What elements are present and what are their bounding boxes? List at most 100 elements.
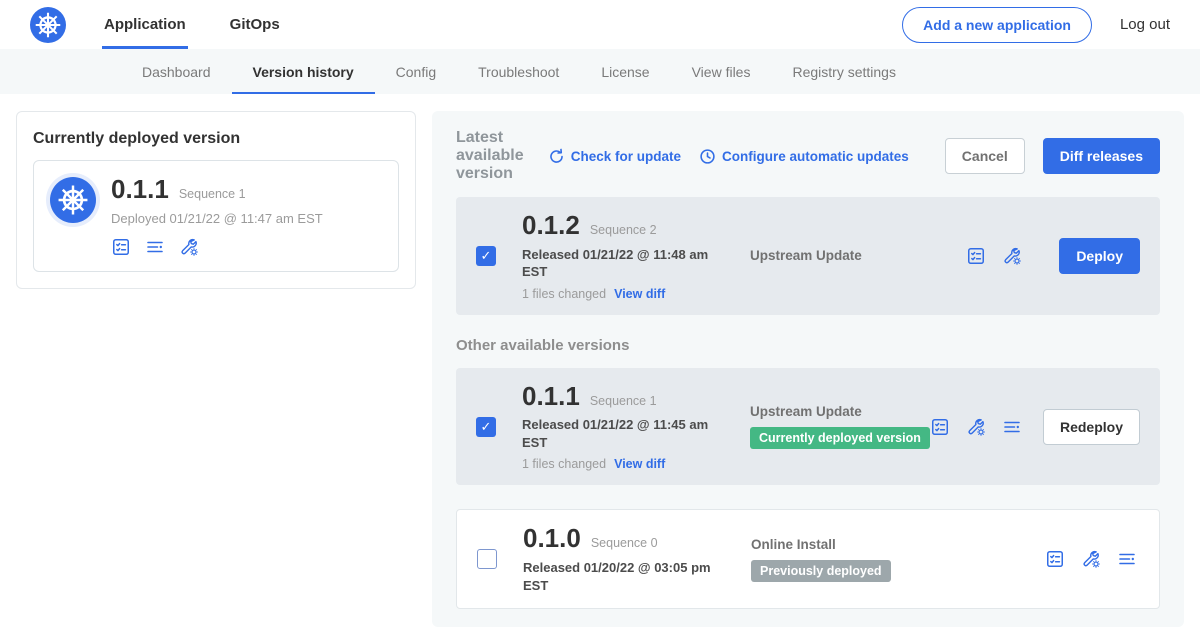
release-notes-icon[interactable] bbox=[1045, 549, 1065, 569]
version-checkbox[interactable] bbox=[477, 549, 497, 569]
released-timestamp: Released 01/21/22 @ 11:45 am EST bbox=[522, 416, 722, 451]
version-row-0-1-1: 0.1.1 Sequence 1 Released 01/21/22 @ 11:… bbox=[456, 368, 1160, 486]
checkbox-column bbox=[476, 246, 522, 266]
other-versions-title: Other available versions bbox=[456, 337, 1160, 354]
add-new-application-button[interactable]: Add a new application bbox=[902, 7, 1092, 43]
subnav-tab-version-history-label: Version history bbox=[253, 64, 354, 80]
files-changed-line: 1 files changed View diff bbox=[522, 457, 750, 471]
release-notes-icon[interactable] bbox=[966, 246, 986, 266]
currently-deployed-panel: Currently deployed version 0.1.1 Sequenc… bbox=[16, 111, 416, 289]
action-column: Redeploy bbox=[1044, 409, 1140, 445]
deployed-version-number: 0.1.1 bbox=[111, 175, 169, 204]
sequence-label: Sequence 2 bbox=[590, 223, 657, 237]
version-row-0-1-0: 0.1.0 Sequence 0 Released 01/20/22 @ 03:… bbox=[456, 509, 1160, 609]
files-changed-line: 1 files changed View diff bbox=[522, 287, 750, 301]
clock-icon bbox=[699, 148, 716, 165]
logs-icon[interactable] bbox=[1117, 549, 1137, 569]
version-actions bbox=[966, 246, 1022, 266]
refresh-icon bbox=[548, 148, 565, 165]
nav-tab-application-label: Application bbox=[104, 16, 186, 33]
action-column: Deploy bbox=[1044, 238, 1140, 274]
source-column: Upstream Update Currently deployed versi… bbox=[750, 404, 930, 449]
version-source-label: Online Install bbox=[751, 537, 1045, 552]
version-source-label: Upstream Update bbox=[750, 248, 966, 263]
edit-config-icon[interactable] bbox=[966, 417, 986, 437]
helm-wheel-icon bbox=[53, 180, 93, 220]
subnav-tab-troubleshoot-label: Troubleshoot bbox=[478, 64, 559, 80]
source-column: Online Install Previously deployed bbox=[751, 537, 1045, 582]
view-diff-link[interactable]: View diff bbox=[614, 457, 665, 471]
diff-releases-button[interactable]: Diff releases bbox=[1043, 138, 1160, 174]
latest-version-title: Latest available version bbox=[456, 129, 530, 183]
version-actions bbox=[930, 417, 1022, 437]
subnav-tab-config[interactable]: Config bbox=[375, 49, 457, 94]
subnav-tab-registry-settings-label: Registry settings bbox=[792, 64, 895, 80]
app-icon bbox=[50, 177, 96, 223]
latest-version-header: Latest available version Check for updat… bbox=[456, 129, 1160, 183]
deployed-version-info: 0.1.1 Sequence 1 Deployed 01/21/22 @ 11:… bbox=[111, 175, 323, 257]
sequence-label: Sequence 1 bbox=[590, 394, 657, 408]
release-notes-icon[interactable] bbox=[111, 237, 131, 257]
currently-deployed-badge: Currently deployed version bbox=[750, 427, 930, 449]
released-timestamp: Released 01/20/22 @ 03:05 pm EST bbox=[523, 559, 723, 594]
edit-config-icon[interactable] bbox=[179, 237, 199, 257]
cancel-button[interactable]: Cancel bbox=[945, 138, 1025, 174]
previously-deployed-badge: Previously deployed bbox=[751, 560, 891, 582]
version-number: 0.1.1 bbox=[522, 382, 580, 411]
version-checkbox[interactable] bbox=[476, 246, 496, 266]
subnav-tab-view-files[interactable]: View files bbox=[671, 49, 772, 94]
version-number: 0.1.2 bbox=[522, 211, 580, 240]
version-actions bbox=[1045, 549, 1137, 569]
subnav-tab-license[interactable]: License bbox=[580, 49, 670, 94]
logs-icon[interactable] bbox=[1002, 417, 1022, 437]
logout-button[interactable]: Log out bbox=[1120, 16, 1170, 33]
sequence-label: Sequence 0 bbox=[591, 536, 658, 550]
nav-tab-application[interactable]: Application bbox=[102, 0, 188, 49]
deploy-button[interactable]: Deploy bbox=[1059, 238, 1140, 274]
version-checkbox[interactable] bbox=[476, 417, 496, 437]
logs-icon[interactable] bbox=[145, 237, 165, 257]
top-navbar: Application GitOps Add a new application… bbox=[0, 0, 1200, 49]
app-root: Application GitOps Add a new application… bbox=[0, 0, 1200, 627]
version-info-column: 0.1.1 Sequence 1 Released 01/21/22 @ 11:… bbox=[522, 382, 750, 472]
version-number: 0.1.0 bbox=[523, 524, 581, 553]
files-changed-count: 1 files changed bbox=[522, 457, 606, 471]
subnav-tab-troubleshoot[interactable]: Troubleshoot bbox=[457, 49, 580, 94]
subnav-tab-view-files-label: View files bbox=[692, 64, 751, 80]
kubernetes-logo-icon bbox=[30, 7, 66, 43]
navbar-spacer bbox=[322, 0, 902, 49]
version-info-column: 0.1.0 Sequence 0 Released 01/20/22 @ 03:… bbox=[523, 524, 751, 594]
currently-deployed-title: Currently deployed version bbox=[33, 130, 399, 148]
subnav-tab-license-label: License bbox=[601, 64, 649, 80]
check-for-update-link[interactable]: Check for update bbox=[548, 148, 681, 165]
nav-tab-gitops[interactable]: GitOps bbox=[228, 0, 282, 49]
checkbox-column bbox=[476, 417, 522, 437]
files-changed-count: 1 files changed bbox=[522, 287, 606, 301]
helm-wheel-icon bbox=[31, 8, 65, 42]
view-diff-link[interactable]: View diff bbox=[614, 287, 665, 301]
available-versions-panel: Latest available version Check for updat… bbox=[432, 111, 1184, 627]
release-notes-icon[interactable] bbox=[930, 417, 950, 437]
nav-tab-gitops-label: GitOps bbox=[230, 16, 280, 33]
version-source-label: Upstream Update bbox=[750, 404, 930, 419]
edit-config-icon[interactable] bbox=[1081, 549, 1101, 569]
edit-config-icon[interactable] bbox=[1002, 246, 1022, 266]
subnav-tab-dashboard[interactable]: Dashboard bbox=[121, 49, 232, 94]
subnav-tab-config-label: Config bbox=[396, 64, 436, 80]
version-row-0-1-2: 0.1.2 Sequence 2 Released 01/21/22 @ 11:… bbox=[456, 197, 1160, 315]
deployed-timestamp: Deployed 01/21/22 @ 11:47 am EST bbox=[111, 211, 323, 226]
checkbox-column bbox=[477, 549, 523, 569]
source-column: Upstream Update bbox=[750, 248, 966, 263]
check-for-update-label: Check for update bbox=[571, 149, 681, 164]
redeploy-button[interactable]: Redeploy bbox=[1043, 409, 1140, 445]
version-info-column: 0.1.2 Sequence 2 Released 01/21/22 @ 11:… bbox=[522, 211, 750, 301]
subnav-tab-dashboard-label: Dashboard bbox=[142, 64, 211, 80]
currently-deployed-card: 0.1.1 Sequence 1 Deployed 01/21/22 @ 11:… bbox=[33, 160, 399, 272]
deployed-sequence-label: Sequence 1 bbox=[179, 187, 246, 201]
application-subnav: Dashboard Version history Config Trouble… bbox=[0, 49, 1200, 94]
configure-automatic-updates-label: Configure automatic updates bbox=[722, 149, 909, 164]
subnav-tab-registry-settings[interactable]: Registry settings bbox=[771, 49, 916, 94]
subnav-tab-version-history[interactable]: Version history bbox=[232, 49, 375, 94]
main-content: Currently deployed version 0.1.1 Sequenc… bbox=[0, 94, 1200, 627]
configure-automatic-updates-link[interactable]: Configure automatic updates bbox=[699, 148, 909, 165]
